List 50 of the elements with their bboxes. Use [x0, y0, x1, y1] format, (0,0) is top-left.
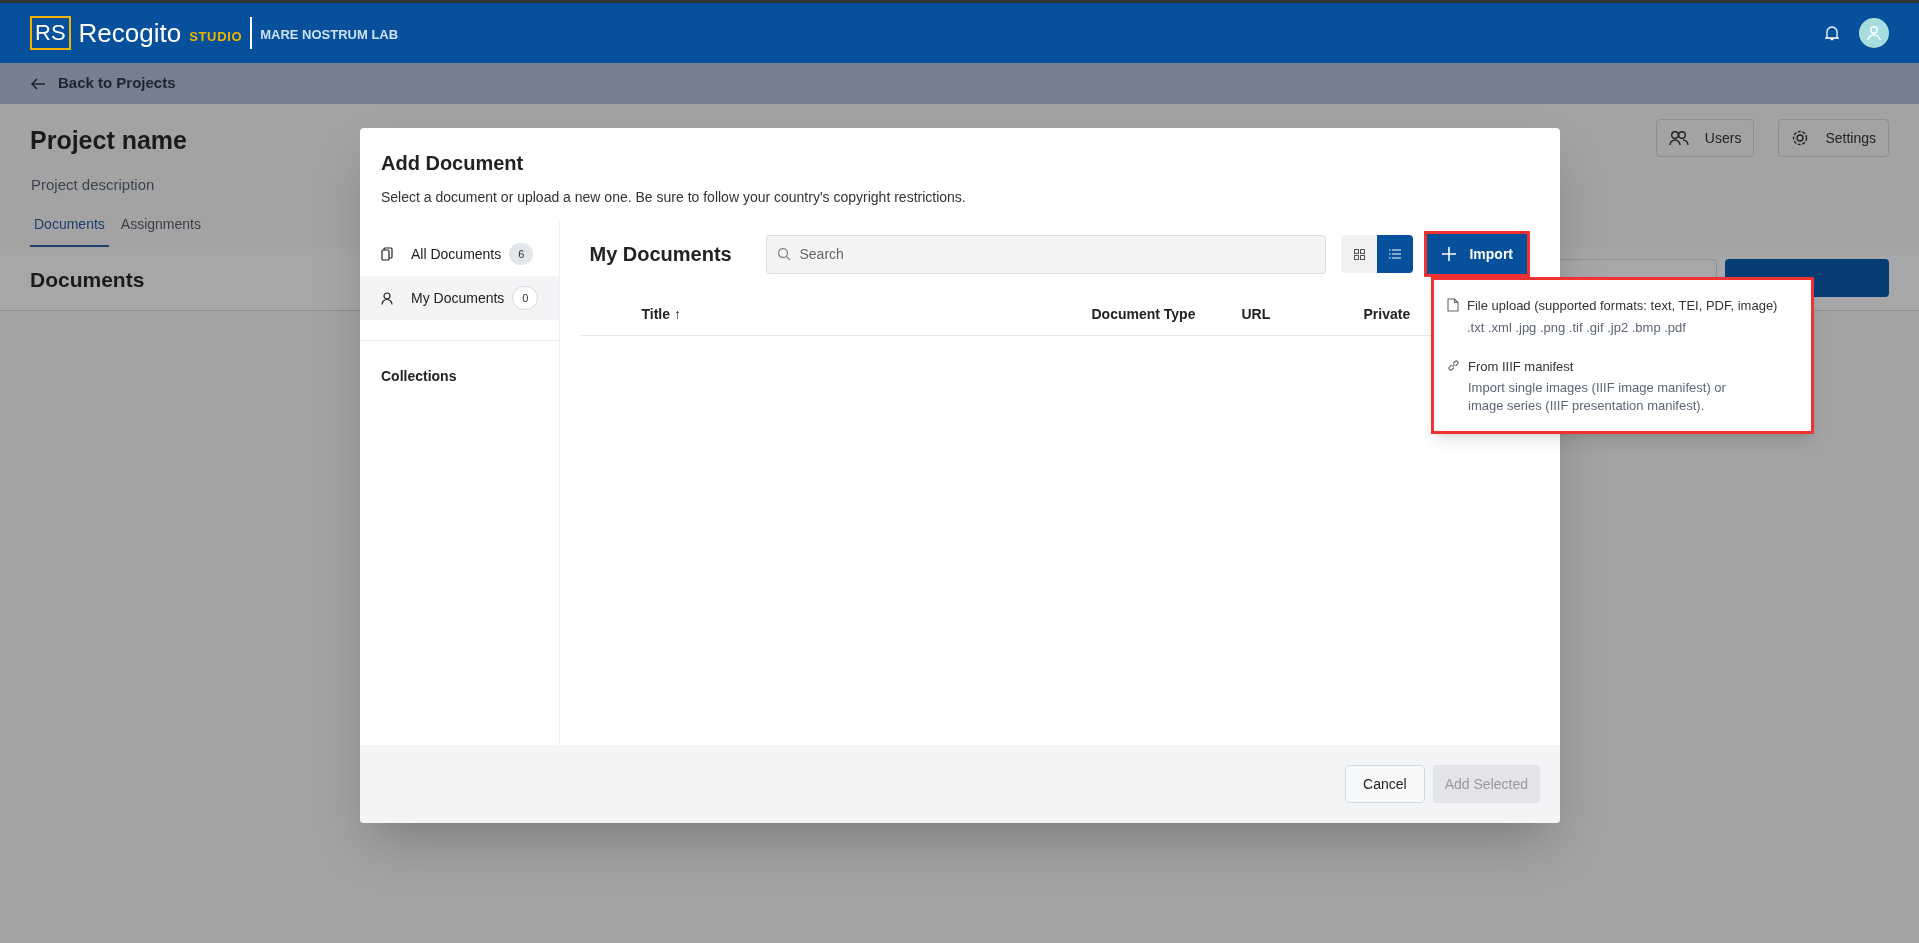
file-icon	[1447, 298, 1459, 312]
list-view-button[interactable]	[1377, 235, 1414, 273]
project-description: Project description	[31, 174, 156, 195]
sidebar-label: My Documents	[411, 288, 505, 308]
user-icon	[381, 291, 393, 305]
column-header[interactable]: Document Type	[1091, 304, 1242, 325]
menu-item-description: Import single images (IIIF image manifest) or image series (IIIF presentation manifest).	[1468, 379, 1727, 415]
dialog-subtitle: Select a document or upload a new one. Be sure to follow your country's copyright restrictions.	[381, 188, 967, 207]
avatar[interactable]	[1859, 18, 1889, 48]
import-button[interactable]: Import	[1427, 234, 1528, 274]
bell-icon[interactable]	[1825, 25, 1839, 41]
brand-name: Recogito	[78, 16, 182, 50]
section-title: Documents	[30, 266, 145, 293]
search-field[interactable]: Search	[766, 234, 1327, 274]
users-icon	[1668, 130, 1689, 146]
list-icon	[1389, 249, 1402, 259]
column-header[interactable]: Title ↑	[580, 304, 1092, 325]
sidebar-label: All Documents	[411, 244, 502, 264]
users-button[interactable]: Users	[1655, 119, 1755, 157]
organization-name: MARE NOSTRUM LAB	[260, 26, 399, 45]
search-icon	[777, 247, 792, 261]
project-title: Project name	[30, 125, 187, 156]
sidebar-item[interactable]: All Documents 6	[360, 232, 560, 276]
column-header[interactable]: URL	[1241, 304, 1364, 325]
count-badge: 0	[512, 285, 539, 311]
grid-icon	[1354, 248, 1365, 260]
logo-mark: RS	[30, 16, 71, 50]
menu-item-description: .txt .xml .jpg .png .tif .gif .jp2 .bmp .pdf	[1467, 318, 1687, 337]
back-arrow-icon	[30, 76, 46, 91]
menu-item[interactable]: File upload (supported formats: text, TEI, PDF, image) .txt .xml .jpg .png .tif .gif .jp2 .bmp .pdf	[1434, 290, 1811, 343]
documents-icon	[381, 247, 393, 261]
grid-view-button[interactable]	[1341, 235, 1378, 273]
back-link[interactable]: Back to Projects	[30, 72, 176, 95]
menu-item-title: From IIIF manifest	[1468, 357, 1575, 376]
search-input[interactable]: Search	[799, 243, 1316, 265]
menu-item-title: File upload (supported formats: text, TEI, PDF, image)	[1467, 297, 1778, 315]
collections-heading: Collections	[380, 367, 458, 386]
menu-item[interactable]: From IIIF manifest Import single images (IIIF image manifest) or image series (IIIF presentation manifest).	[1434, 350, 1811, 421]
cancel-button[interactable]: Cancel	[1345, 765, 1425, 803]
section-title: My Documents	[588, 242, 733, 267]
settings-icon	[1791, 129, 1810, 147]
dialog-title: Add Document	[381, 151, 525, 176]
tab[interactable]: Assignments	[116, 214, 205, 247]
count-badge: 6	[509, 242, 534, 266]
brand-suffix: STUDIO	[189, 28, 243, 47]
link-icon	[1447, 358, 1460, 372]
sidebar-item[interactable]: My Documents 0	[360, 276, 560, 320]
settings-button[interactable]: Settings	[1778, 119, 1889, 157]
plus-icon	[1441, 246, 1458, 262]
tab[interactable]: Documents	[30, 214, 109, 247]
